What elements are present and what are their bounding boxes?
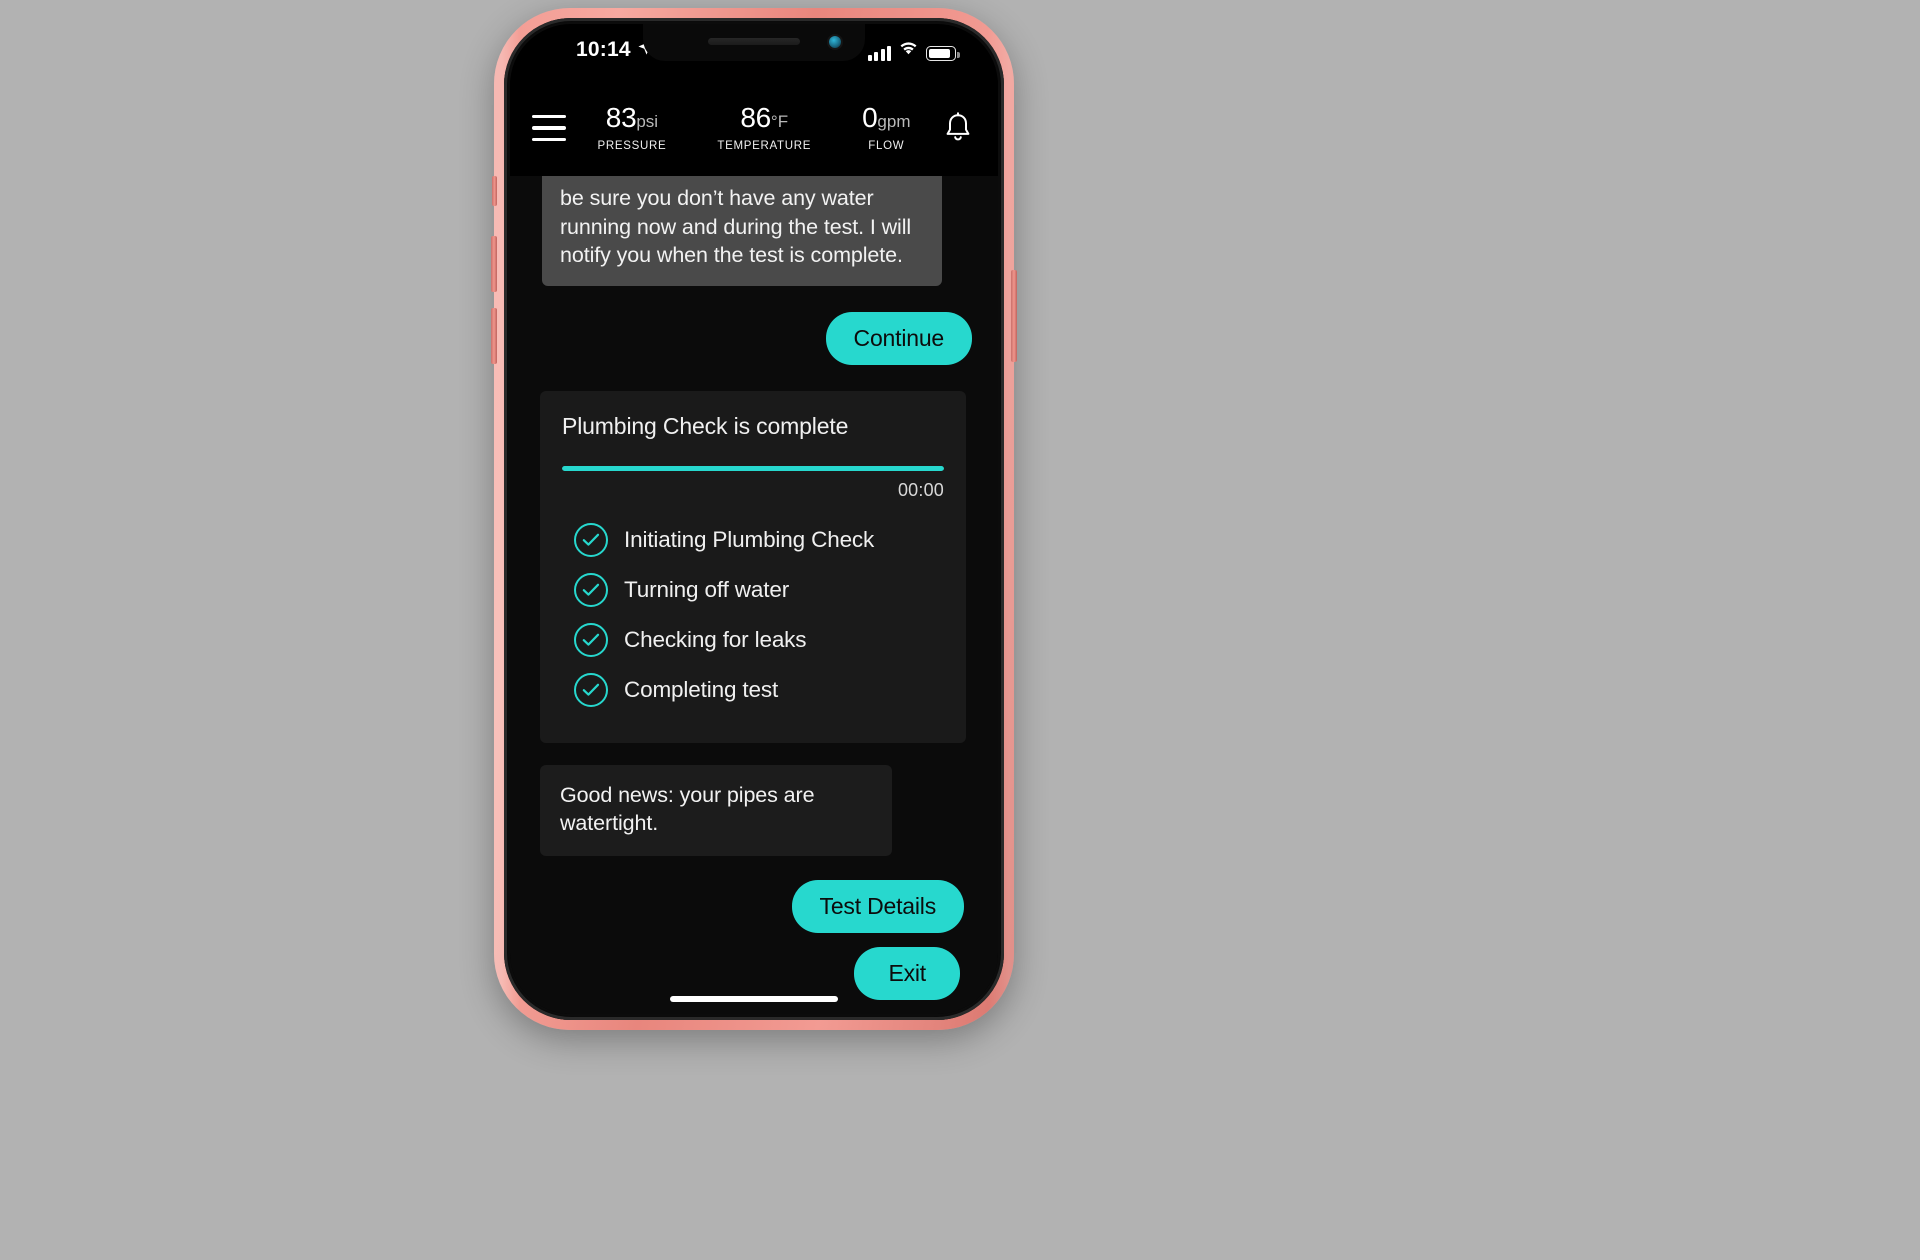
progress-bar	[562, 465, 944, 471]
metric-temperature-label: TEMPERATURE	[717, 140, 812, 152]
progress-step-label: Initiating Plumbing Check	[624, 526, 875, 552]
assistant-message-result: Good news: your pipes are watertight.	[540, 764, 892, 856]
plumbing-check-progress-card: Plumbing Check is complete 00:00 Initiat…	[540, 390, 966, 743]
continue-button[interactable]: Continue	[825, 311, 972, 365]
continue-button-row: Continue	[514, 311, 994, 365]
progress-step-label: Checking for leaks	[624, 626, 807, 652]
assistant-message-instruction: be sure you don’t have any water running…	[542, 176, 942, 286]
status-bar-right	[867, 41, 960, 61]
progress-step-label: Turning off water	[624, 576, 790, 602]
device-notch	[643, 24, 865, 61]
app-header: 83psi PRESSURE 86°F TEMPERATURE 0gpm FLO…	[510, 80, 998, 176]
check-circle-icon	[574, 622, 608, 657]
notification-bell-icon[interactable]	[942, 111, 974, 145]
volume-down-button[interactable]	[491, 308, 497, 364]
home-indicator[interactable]	[670, 996, 838, 1002]
metric-flow: 0gpm FLOW	[862, 102, 911, 153]
power-button[interactable]	[1011, 270, 1017, 362]
metric-temperature-unit: °F	[770, 112, 789, 131]
progress-steps-list: Initiating Plumbing Check Turning off wa…	[562, 515, 944, 715]
metric-pressure-unit: psi	[636, 112, 659, 131]
phone-screen: 10:14 83psi PRESSURE 86°F TEMPERATURE 0g…	[510, 24, 998, 1014]
phone-bezel: 10:14 83psi PRESSURE 86°F TEMPERATURE 0g…	[504, 18, 1004, 1020]
metrics-bar: 83psi PRESSURE 86°F TEMPERATURE 0gpm FLO…	[566, 102, 942, 153]
progress-step: Checking for leaks	[562, 615, 944, 665]
test-details-button-row: Test Details	[514, 879, 994, 933]
check-circle-icon	[574, 672, 608, 707]
test-details-button[interactable]: Test Details	[791, 879, 964, 933]
hamburger-menu-icon[interactable]	[532, 115, 566, 141]
progress-title: Plumbing Check is complete	[562, 412, 849, 439]
screenshot-canvas: 10:14 83psi PRESSURE 86°F TEMPERATURE 0g…	[0, 0, 1920, 1260]
phone-device: 10:14 83psi PRESSURE 86°F TEMPERATURE 0g…	[491, 8, 1017, 1030]
metric-pressure-value: 83psi	[605, 102, 659, 133]
volume-up-button[interactable]	[491, 236, 497, 292]
wifi-icon	[899, 41, 918, 61]
exit-button[interactable]: Exit	[854, 946, 960, 1000]
front-camera	[829, 36, 841, 48]
metric-temperature: 86°F TEMPERATURE	[717, 102, 812, 153]
metric-temperature-value: 86°F	[740, 102, 789, 133]
exit-button-row: Exit	[514, 946, 994, 1000]
progress-elapsed-time: 00:00	[897, 479, 944, 500]
progress-step: Completing test	[562, 665, 944, 715]
chat-scroll-container: be sure you don’t have any water running…	[510, 176, 998, 1014]
metric-flow-unit: gpm	[877, 112, 911, 131]
progress-step: Initiating Plumbing Check	[562, 515, 944, 565]
cellular-signal-icon	[867, 46, 891, 61]
status-bar-left: 10:14	[576, 38, 654, 62]
check-circle-icon	[574, 522, 608, 557]
silence-switch[interactable]	[492, 176, 497, 206]
progress-step: Turning off water	[562, 565, 944, 615]
progress-step-label: Completing test	[624, 676, 779, 702]
chat-area[interactable]: be sure you don’t have any water running…	[510, 176, 998, 1014]
metric-pressure-label: PRESSURE	[597, 140, 667, 152]
battery-icon	[926, 46, 960, 61]
metric-flow-value: 0gpm	[862, 102, 911, 133]
status-bar-time: 10:14	[576, 38, 631, 61]
metric-pressure: 83psi PRESSURE	[597, 102, 667, 153]
metric-flow-label: FLOW	[868, 140, 905, 152]
earpiece-speaker	[708, 38, 800, 45]
check-circle-icon	[574, 572, 608, 607]
